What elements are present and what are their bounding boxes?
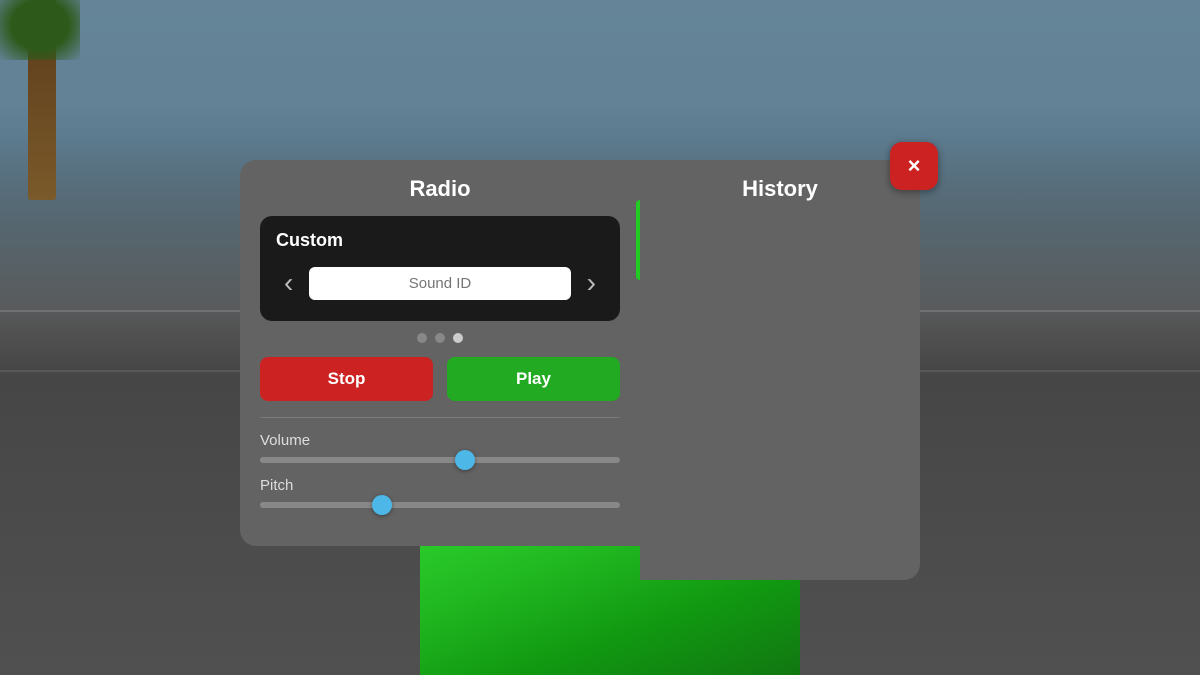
custom-card: Custom ‹ ›: [260, 216, 620, 321]
divider: [260, 417, 620, 418]
sound-id-input[interactable]: [309, 267, 570, 300]
history-title: History: [660, 176, 900, 202]
radio-panel: Radio Custom ‹ › Stop Play Volume: [240, 160, 640, 546]
dots-indicator: [260, 333, 620, 343]
next-button[interactable]: ›: [579, 263, 604, 303]
modal-container: Radio Custom ‹ › Stop Play Volume: [240, 160, 920, 580]
pitch-slider-thumb[interactable]: [372, 495, 392, 515]
pitch-slider-fill: [260, 502, 382, 508]
pitch-label: Pitch: [260, 477, 620, 494]
volume-slider-thumb[interactable]: [455, 450, 475, 470]
custom-label: Custom: [276, 230, 604, 251]
close-icon: ×: [908, 155, 921, 177]
play-button[interactable]: Play: [447, 357, 620, 401]
pitch-section: Pitch: [260, 477, 620, 508]
volume-section: Volume: [260, 432, 620, 463]
dot-1: [417, 333, 427, 343]
stop-button[interactable]: Stop: [260, 357, 433, 401]
dot-2: [435, 333, 445, 343]
action-row: Stop Play: [260, 357, 620, 401]
dot-3-active: [453, 333, 463, 343]
nav-row: ‹ ›: [276, 263, 604, 303]
volume-slider-fill: [260, 457, 465, 463]
prev-button[interactable]: ‹: [276, 263, 301, 303]
radio-title: Radio: [260, 176, 620, 202]
volume-slider-track[interactable]: [260, 457, 620, 463]
tree-foliage-left: [0, 0, 80, 60]
close-button[interactable]: ×: [890, 142, 938, 190]
history-panel: History ×: [640, 160, 920, 580]
pitch-slider-track[interactable]: [260, 502, 620, 508]
volume-label: Volume: [260, 432, 620, 449]
